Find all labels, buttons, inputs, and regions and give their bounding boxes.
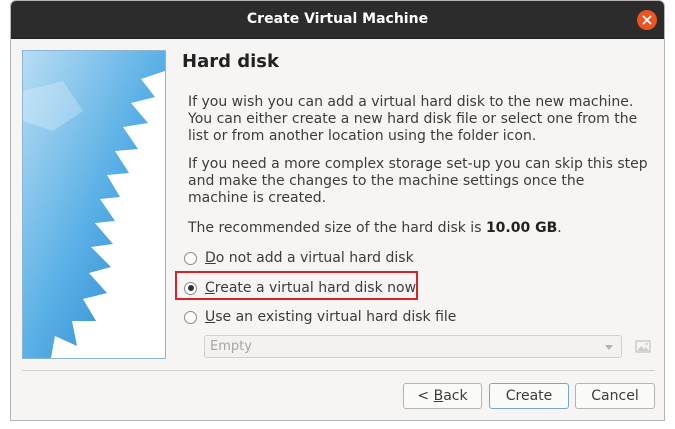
starburst-graphic [23,51,165,358]
back-button[interactable]: < Back [403,383,482,409]
option-no-disk-label-rest: o not add a virtual hard disk [215,250,414,266]
recommended-suffix: . [557,220,562,236]
cancel-button[interactable]: Cancel [575,383,655,409]
mnemonic-b: B [433,388,444,404]
recommended-prefix: The recommended size of the hard disk is [188,220,486,236]
option-existing-disk-label-rest: se an existing virtual hard disk file [215,309,457,325]
intro-paragraph: If you wish you can add a virtual hard d… [188,94,638,144]
back-button-label-rest: ack [443,388,468,404]
option-no-disk-label: Do not add a virtual hard disk [205,250,414,266]
existing-disk-select-value: Empty [210,339,252,354]
folder-icon [635,340,651,353]
radio-existing-disk[interactable] [184,310,197,324]
close-icon [642,15,652,25]
mnemonic-u: U [205,309,216,325]
window-title: Create Virtual Machine [246,11,429,27]
back-button-prefix: < [417,388,434,404]
radio-no-disk[interactable] [184,251,197,265]
create-vm-dialog: Create Virtual Machine Hard disk If you … [10,0,665,421]
recommended-size-text: The recommended size of the hard disk is… [188,220,648,237]
existing-disk-select[interactable]: Empty [204,335,622,358]
wizard-side-image [22,50,166,359]
selection-highlight-box [175,271,418,300]
chevron-down-icon [605,345,613,350]
recommended-size-value: 10.00 GB [485,220,558,236]
back-button-label: < Back [417,388,467,404]
page-heading: Hard disk [182,51,279,72]
close-button[interactable] [637,10,657,30]
storage-paragraph: If you need a more complex storage set-u… [188,156,648,206]
choose-disk-file-button[interactable] [633,335,653,357]
option-existing-disk-label: Use an existing virtual hard disk file [205,309,456,325]
mnemonic-d: D [205,250,216,266]
create-button[interactable]: Create [489,383,569,409]
option-existing-disk[interactable]: Use an existing virtual hard disk file [184,307,456,327]
title-bar[interactable]: Create Virtual Machine [11,1,664,39]
option-no-disk[interactable]: Do not add a virtual hard disk [184,248,414,268]
button-separator [22,370,655,371]
